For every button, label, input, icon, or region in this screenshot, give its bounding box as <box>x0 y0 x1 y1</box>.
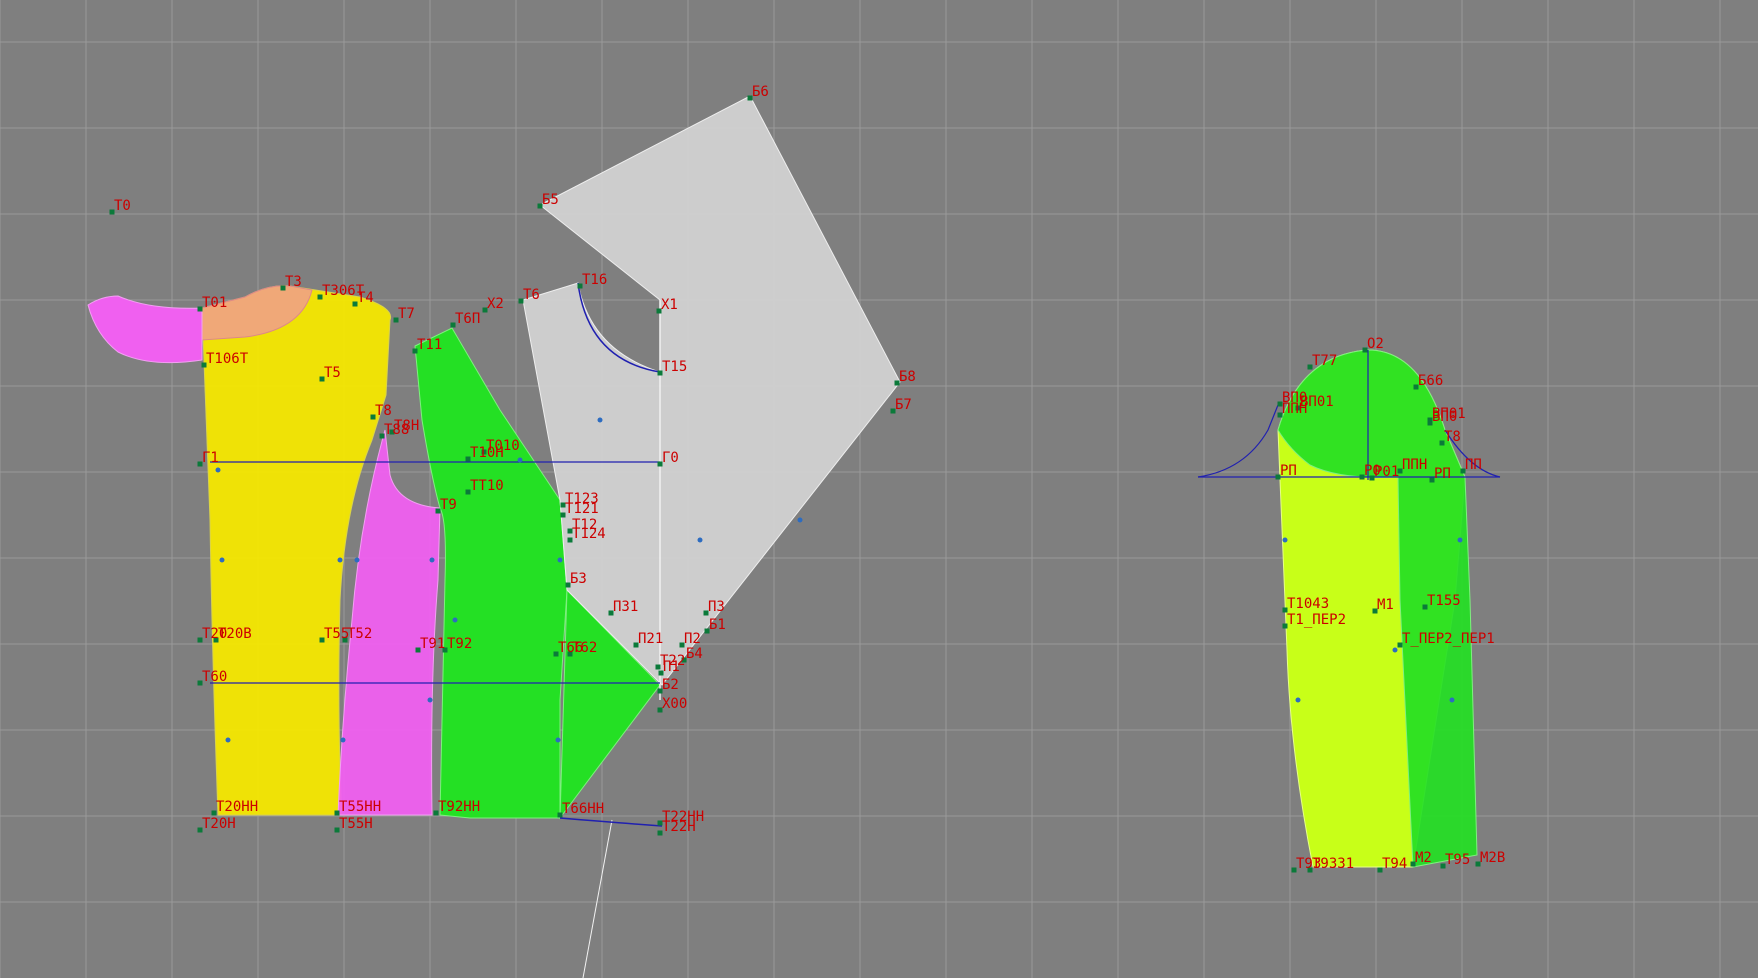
control-point[interactable] <box>337 557 343 563</box>
point-label: Г0 <box>662 450 679 466</box>
point-label: T92HH <box>438 799 480 815</box>
point-label: X00 <box>662 696 687 712</box>
point-label: ВП0 <box>1432 409 1457 425</box>
point-label: T6 <box>523 287 540 303</box>
control-point[interactable] <box>1295 697 1301 703</box>
point-label: Б5 <box>542 192 559 208</box>
control-point[interactable] <box>555 737 561 743</box>
control-point[interactable] <box>219 557 225 563</box>
point-label: Б7 <box>895 397 912 413</box>
control-point[interactable] <box>597 417 603 423</box>
point-label: T121 <box>565 501 599 517</box>
point-label: Г1 <box>202 450 219 466</box>
point-label: П2 <box>684 631 701 647</box>
point-label: T155 <box>1427 593 1461 609</box>
point-label: T16 <box>582 272 607 288</box>
point-label: T3 <box>285 274 302 290</box>
control-point[interactable] <box>1282 537 1288 543</box>
point-label: T9 <box>440 497 457 513</box>
point-label: T94 <box>1382 856 1407 872</box>
point-label: T5 <box>324 365 341 381</box>
control-point[interactable] <box>1457 537 1463 543</box>
point-label: П31 <box>613 599 638 615</box>
control-point[interactable] <box>1449 697 1455 703</box>
point-label: T20H <box>202 816 236 832</box>
point-label: T22H <box>662 819 696 835</box>
control-point[interactable] <box>354 557 360 563</box>
control-point[interactable] <box>797 517 803 523</box>
point-label: Б4 <box>686 646 703 662</box>
point-label: T55HH <box>339 799 381 815</box>
point-label: Б8 <box>899 369 916 385</box>
point-label: X2 <box>487 296 504 312</box>
point-label: M2B <box>1480 850 1505 866</box>
point-label: T1_ПЕР2 <box>1287 612 1346 628</box>
point-label: T01 <box>202 295 227 311</box>
point-label: T55 <box>324 626 349 642</box>
point-label: T11 <box>417 337 442 353</box>
point-label: Б6 <box>752 84 769 100</box>
control-point[interactable] <box>517 457 523 463</box>
point-label: T8 <box>1444 429 1461 445</box>
point-label: Р01 <box>1374 464 1399 480</box>
control-point[interactable] <box>225 737 231 743</box>
point-label: T77 <box>1312 353 1337 369</box>
point-label: T88 <box>384 422 409 438</box>
point-label: T8 <box>375 403 392 419</box>
point-label: T92 <box>447 636 472 652</box>
point-label: T20B <box>218 626 252 642</box>
point-label: Б66 <box>1418 373 1443 389</box>
point-label: T124 <box>572 526 606 542</box>
point-label: T10H <box>470 445 504 461</box>
point-label: M1 <box>1377 597 1394 613</box>
point-label: T55H <box>339 816 373 832</box>
point-label: T4 <box>357 290 374 306</box>
point-label: T66HH <box>562 801 604 817</box>
point-label: П1 <box>663 659 680 675</box>
point-label: O2 <box>1367 336 1384 352</box>
control-point[interactable] <box>427 697 433 703</box>
point-label: TT10 <box>470 478 504 494</box>
point-label: T20HH <box>216 799 258 815</box>
point-label: РП <box>1280 463 1297 479</box>
control-point[interactable] <box>429 557 435 563</box>
control-point[interactable] <box>340 737 346 743</box>
point-label: T52 <box>347 626 372 642</box>
control-point[interactable] <box>215 467 221 473</box>
point-label: T7 <box>398 306 415 322</box>
point-label: П21 <box>638 631 663 647</box>
point-label: РП <box>1434 466 1451 482</box>
point-label: T91 <box>420 636 445 652</box>
point-label: T62 <box>572 640 597 656</box>
point-label: T15 <box>662 359 687 375</box>
point-label: Б3 <box>570 571 587 587</box>
point-label: M2 <box>1415 850 1432 866</box>
point-label: T9331 <box>1312 856 1354 872</box>
point-label: T95 <box>1445 852 1470 868</box>
point-label: T106T <box>206 351 249 367</box>
point-label: T_ПЕР2_ПЕР1 <box>1402 631 1495 647</box>
pattern-canvas[interactable]: T0T01T3T306TT4T7 T6ПX2T6T16X1Б6Б5T106TT5T… <box>0 0 1758 978</box>
control-point[interactable] <box>557 557 563 563</box>
point-label: Б2 <box>662 677 679 693</box>
control-point[interactable] <box>452 617 458 623</box>
control-point[interactable] <box>697 537 703 543</box>
control-point[interactable] <box>1392 647 1398 653</box>
point-label: ПП <box>1465 457 1482 473</box>
point-label: П3 <box>708 599 725 615</box>
point-label: Б1 <box>709 617 726 633</box>
point-label: ППН <box>1282 401 1307 417</box>
point-label: T0 <box>114 198 131 214</box>
point-label: X1 <box>661 297 678 313</box>
point-label: ППН <box>1402 457 1427 473</box>
point-label: T6П <box>455 311 480 327</box>
point-label: T1043 <box>1287 596 1329 612</box>
point-label: T60 <box>202 669 227 685</box>
